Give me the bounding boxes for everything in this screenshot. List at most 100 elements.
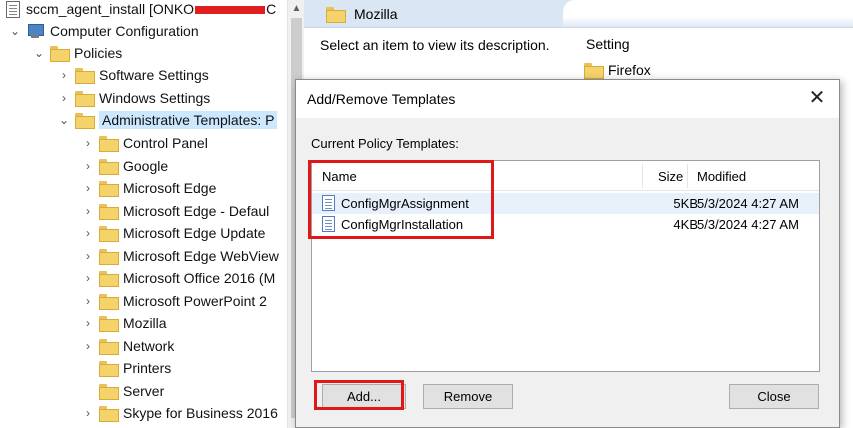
chevron-right-icon[interactable]: ›: [57, 68, 71, 82]
folder-icon: [75, 68, 95, 84]
tree-item-label: Administrative Templates: P: [99, 111, 278, 129]
tree-item-label: Microsoft PowerPoint 2: [123, 292, 267, 309]
description-text: Select an item to view its description.: [320, 37, 550, 53]
tree-item-control-panel[interactable]: › Control Panel: [81, 132, 208, 154]
folder-icon: [99, 203, 119, 220]
tree-item-label: Printers: [123, 360, 172, 376]
row-size: 5KB: [673, 196, 698, 211]
chevron-right-icon[interactable]: ›: [81, 294, 95, 308]
chevron-placeholder: [81, 361, 95, 375]
tree-item-software-settings[interactable]: › Software Settings: [57, 64, 209, 86]
chevron-right-icon[interactable]: ›: [81, 226, 95, 240]
folder-icon: [50, 46, 70, 62]
chevron-down-icon[interactable]: ⌄: [32, 46, 46, 60]
header-overlay: [563, 0, 853, 28]
folder-icon: [99, 248, 119, 265]
remove-button[interactable]: Remove: [423, 384, 513, 409]
tree-item-label: Network: [123, 337, 175, 354]
tree-item-label: Software Settings: [99, 67, 209, 83]
policy-tree: sccm_agent_install [ONKO C ⌄ Computer Con…: [0, 0, 287, 428]
dialog-titlebar: Add/Remove Templates ✕: [296, 80, 839, 118]
tree-root-label: sccm_agent_install [ONKO C: [26, 1, 276, 17]
folder-icon: [75, 113, 95, 129]
row-modified: 5/3/2024 4:27 AM: [697, 196, 799, 211]
chevron-right-icon[interactable]: ›: [81, 271, 95, 285]
column-separator[interactable]: [687, 164, 688, 188]
redaction-mark: [195, 6, 266, 15]
chevron-right-icon[interactable]: ›: [81, 204, 95, 218]
folder-icon: [584, 63, 604, 79]
column-separator[interactable]: [642, 164, 643, 188]
chevron-right-icon[interactable]: ›: [81, 136, 95, 150]
folder-icon: [99, 316, 119, 332]
tree-root-item[interactable]: sccm_agent_install [ONKO C: [6, 0, 276, 20]
folder-icon: [99, 361, 119, 377]
highlight-box-templates: [308, 160, 494, 239]
chevron-right-icon[interactable]: ›: [57, 91, 71, 105]
tree-item-network[interactable]: › Network: [81, 335, 174, 357]
tree-item-microsoft-edge-webview[interactable]: › Microsoft Edge WebView: [81, 245, 279, 267]
tree-item-printers[interactable]: Printers: [81, 357, 171, 379]
tree-item-label: Computer Configuration: [50, 23, 199, 39]
chevron-placeholder: [81, 384, 95, 398]
tree-item-administrative-templates[interactable]: ⌄ Administrative Templates: P: [57, 109, 278, 131]
folder-icon: [75, 91, 95, 107]
chevron-down-icon[interactable]: ⌄: [8, 24, 22, 38]
close-icon[interactable]: ✕: [807, 88, 827, 108]
scroll-up-arrow-icon[interactable]: ▲: [288, 0, 305, 17]
tree-item-label: Microsoft Edge Update: [123, 225, 266, 241]
column-header-modified[interactable]: Modified: [697, 169, 746, 184]
chevron-right-icon[interactable]: ›: [81, 339, 95, 353]
tree-item-label: Microsoft Edge - Defaul: [123, 202, 270, 219]
tree-item-microsoft-edge-update[interactable]: › Microsoft Edge Update: [81, 222, 265, 244]
tree-item-server[interactable]: Server: [81, 380, 164, 402]
column-header-setting[interactable]: Setting: [586, 36, 630, 52]
tree-item-label: Policies: [74, 45, 123, 61]
tree-item-google[interactable]: › Google: [81, 155, 168, 177]
folder-icon: [99, 226, 119, 242]
tree-item-microsoft-powerpoint-2[interactable]: › Microsoft PowerPoint 2: [81, 290, 267, 312]
tree-item-label: Server: [123, 382, 165, 399]
folder-icon: [99, 406, 119, 422]
chevron-right-icon[interactable]: ›: [81, 249, 95, 263]
chevron-right-icon[interactable]: ›: [81, 406, 95, 420]
tree-item-label: Windows Settings: [99, 90, 211, 106]
tree-item-policies[interactable]: ⌄ Policies: [32, 42, 122, 64]
tree-item-skype-for-business-2016[interactable]: › Skype for Business 2016: [81, 402, 278, 424]
tree-item-label: Control Panel: [123, 135, 208, 151]
chevron-right-icon[interactable]: ›: [81, 181, 95, 195]
details-header-title: Mozilla: [354, 5, 398, 22]
highlight-box-add-button: [314, 380, 404, 410]
folder-icon: [326, 6, 346, 23]
tree-item-mozilla[interactable]: › Mozilla: [81, 312, 167, 334]
tree-item-label: Google: [123, 157, 169, 174]
chevron-right-icon[interactable]: ›: [81, 316, 95, 330]
tree-root-label-prefix: sccm_agent_install [ONKO: [26, 1, 195, 17]
tree-item-microsoft-office-2016-m[interactable]: › Microsoft Office 2016 (M: [81, 267, 275, 289]
tree-item-microsoft-edge[interactable]: › Microsoft Edge: [81, 177, 216, 199]
tree-root-label-suffix: C: [266, 1, 277, 17]
tree-item-label: Microsoft Edge WebView: [123, 247, 279, 264]
tree-item-label: Skype for Business 2016: [123, 405, 278, 421]
row-size: 4KB: [673, 217, 698, 232]
folder-icon: [99, 181, 119, 197]
tree-item-label: Microsoft Edge: [123, 180, 217, 196]
chevron-right-icon[interactable]: ›: [81, 159, 95, 173]
setting-item-firefox[interactable]: Firefox: [584, 62, 651, 79]
tree-item-label: Microsoft Office 2016 (M: [123, 270, 276, 286]
folder-icon: [99, 158, 119, 175]
tree-item-windows-settings[interactable]: › Windows Settings: [57, 87, 210, 109]
computer-icon: [26, 23, 44, 39]
add-remove-templates-dialog: Add/Remove Templates ✕ Current Policy Te…: [295, 79, 840, 428]
folder-icon: [99, 271, 119, 287]
folder-icon: [99, 293, 119, 310]
close-button[interactable]: Close: [729, 384, 819, 409]
chevron-down-icon[interactable]: ⌄: [57, 113, 71, 127]
document-icon: [6, 0, 20, 18]
column-header-size[interactable]: Size: [658, 169, 683, 184]
tree-item-label: Mozilla: [123, 315, 167, 331]
dialog-title: Add/Remove Templates: [307, 91, 456, 107]
row-modified: 5/3/2024 4:27 AM: [697, 217, 799, 232]
tree-item-microsoft-edge-defaul[interactable]: › Microsoft Edge - Defaul: [81, 200, 269, 222]
tree-item-computer-configuration[interactable]: ⌄ Computer Configuration: [8, 20, 199, 42]
